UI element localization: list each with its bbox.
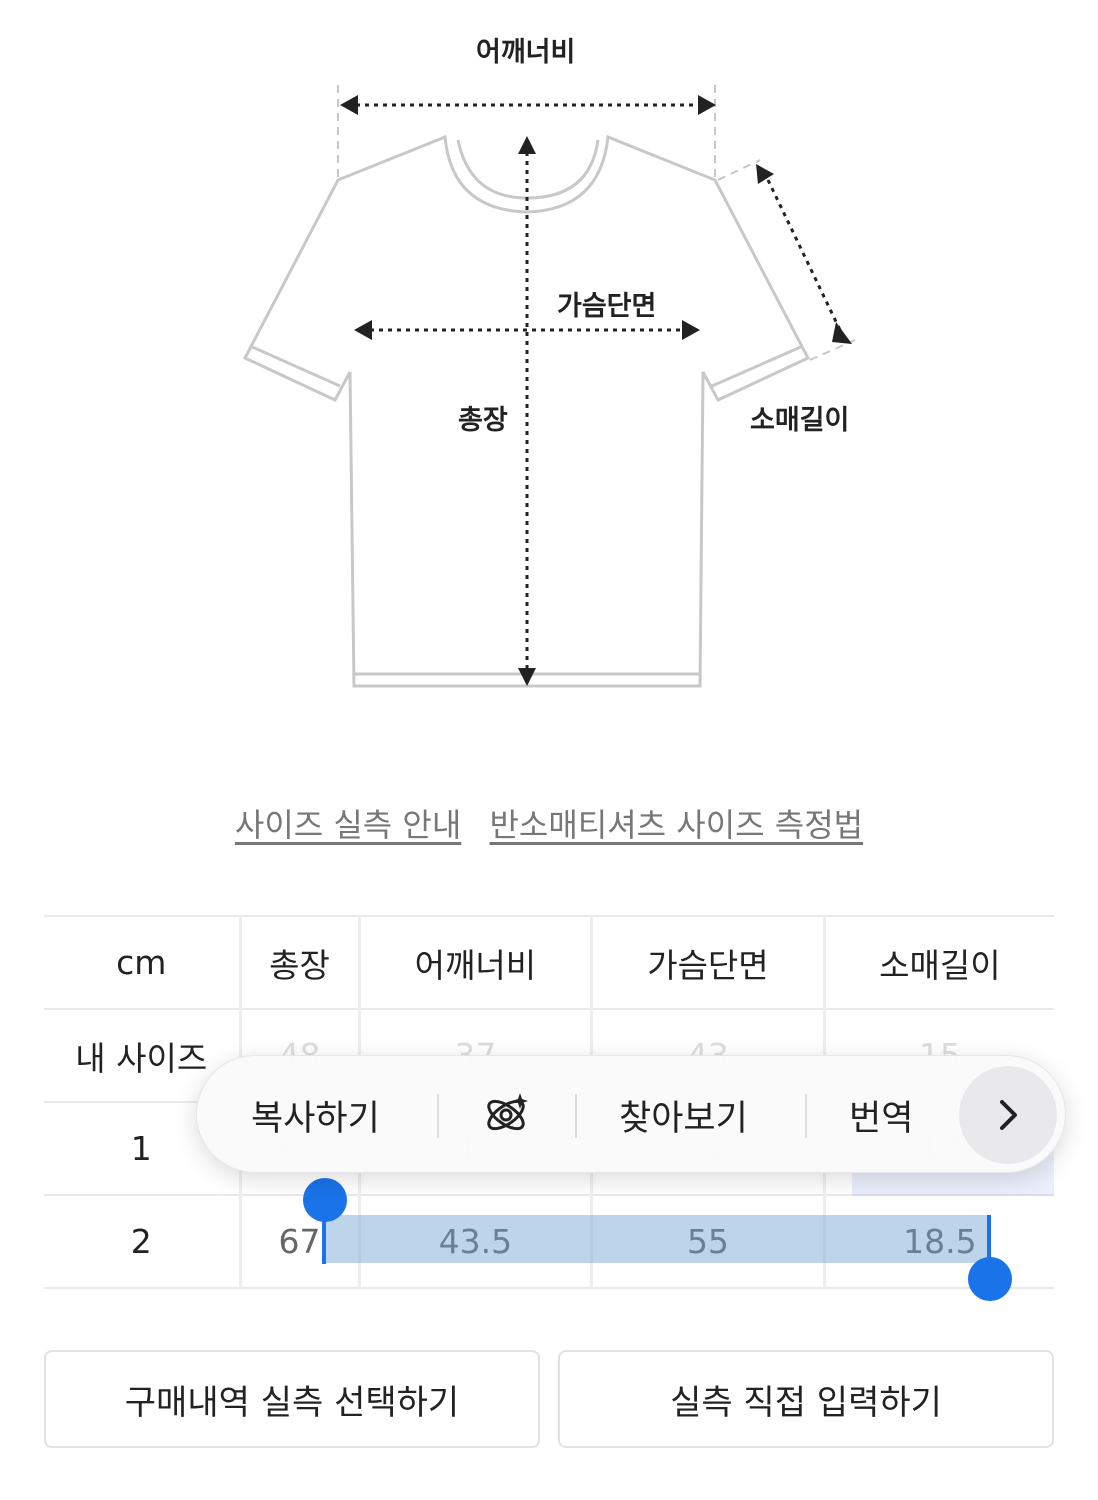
tshirt-illustration bbox=[242, 85, 856, 688]
menu-divider bbox=[437, 1094, 439, 1138]
header-shoulder: 어깨너비 bbox=[357, 915, 592, 1009]
header-chest: 가슴단면 bbox=[590, 915, 825, 1009]
table-header-row: cm 총장 어깨너비 가슴단면 소매길이 bbox=[44, 915, 1054, 1009]
selection-start-handle[interactable] bbox=[303, 1178, 347, 1222]
lookup-menu-item[interactable]: 찾아보기 bbox=[619, 1090, 748, 1141]
text-selection-highlight bbox=[324, 1215, 990, 1263]
copy-menu-item[interactable]: 복사하기 bbox=[251, 1090, 380, 1141]
direct-input-button[interactable]: 실측 직접 입력하기 bbox=[558, 1350, 1054, 1448]
chest-label: 가슴단면 bbox=[557, 291, 657, 322]
header-length: 총장 bbox=[238, 915, 360, 1009]
row-label: 2 bbox=[130, 1222, 152, 1261]
menu-next-button[interactable] bbox=[959, 1066, 1057, 1164]
translate-menu-item[interactable]: 번역 bbox=[849, 1090, 913, 1141]
measure-method-link[interactable]: 반소매티셔츠 사이즈 측정법 bbox=[489, 806, 863, 844]
size-diagram: 어깨너비 가슴단면 총장 소매길이 bbox=[0, 0, 1098, 740]
purchase-history-button[interactable]: 구매내역 실측 선택하기 bbox=[44, 1350, 540, 1448]
chevron-right-icon bbox=[1000, 1100, 1017, 1130]
header-unit: cm bbox=[44, 915, 240, 1009]
menu-divider bbox=[575, 1094, 577, 1138]
header-sleeve: 소매길이 bbox=[822, 915, 1054, 1009]
menu-divider bbox=[805, 1094, 807, 1138]
guide-links: 사이즈 실측 안내 반소매티셔츠 사이즈 측정법 bbox=[0, 800, 1098, 846]
sleeve-label: 소매길이 bbox=[750, 405, 850, 436]
sparkle-icon[interactable] bbox=[481, 1090, 531, 1140]
length-label: 총장 bbox=[458, 405, 508, 436]
selection-end-handle[interactable] bbox=[968, 1257, 1012, 1301]
size-guide-link[interactable]: 사이즈 실측 안내 bbox=[235, 806, 461, 844]
shoulder-label: 어깨너비 bbox=[476, 37, 576, 68]
text-context-menu: 복사하기 찾아보기 번역 bbox=[196, 1055, 1066, 1173]
